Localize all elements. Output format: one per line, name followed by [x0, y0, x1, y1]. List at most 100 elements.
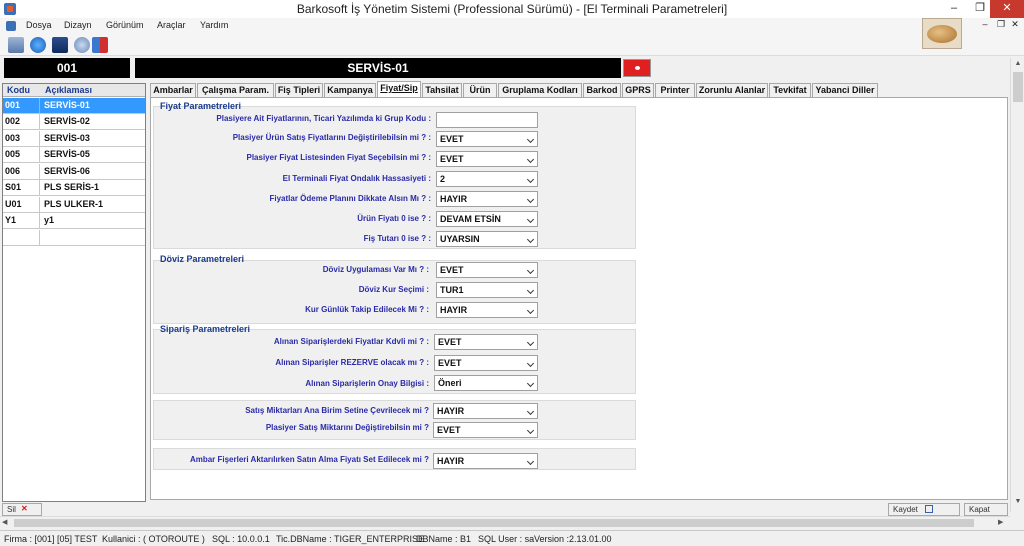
list-header: Kodu Açıklaması	[3, 84, 145, 97]
scroll-up-icon[interactable]: ▲	[1013, 60, 1023, 70]
list-row[interactable]: S01 PLS SERİS-1	[3, 180, 145, 196]
row-code: U01	[3, 197, 40, 212]
f6-label: Ürün Fiyatı 0 ise ? :	[357, 214, 431, 223]
title-bar: Barkosoft İş Yönetim Sistemi (Profession…	[0, 0, 1024, 18]
f1-label: Plasiyere Ait Fiyatlarının, Ticari Yazıl…	[216, 114, 431, 123]
m2-select[interactable]: EVET	[433, 422, 538, 438]
list-row[interactable]: Y1 y1	[3, 213, 145, 229]
row-desc: PLS ULKER-1	[44, 199, 104, 209]
list-row-empty[interactable]	[3, 230, 145, 246]
row-code: Y1	[3, 213, 40, 228]
list-row[interactable]: 001 SERVİS-01	[3, 98, 145, 114]
row-code: 003	[3, 131, 40, 146]
d2-label: Döviz Kur Seçimi :	[358, 285, 429, 294]
f7-label: Fiş Tutarı 0 ise ? :	[363, 234, 431, 243]
tab-gruplama-kodlari[interactable]: Gruplama Kodları	[498, 83, 582, 97]
d1-label: Döviz Uygulaması Var Mı ? :	[322, 265, 429, 274]
f3-label: Plasiyer Fiyat Listesinden Fiyat Seçebil…	[246, 153, 431, 162]
mdi-close-button[interactable]: ✕	[1008, 19, 1022, 30]
users-icon[interactable]	[8, 37, 24, 53]
menu-bar: Dosya Dizayn Görünüm Araçlar Yardım – ❐ …	[0, 18, 1024, 34]
minimize-button[interactable]: –	[940, 0, 968, 18]
d2-select[interactable]: TUR1	[436, 282, 538, 298]
vertical-scrollbar[interactable]: ▲ ▼	[1010, 58, 1024, 512]
s1-select[interactable]: EVET	[434, 334, 538, 350]
tab-barkod[interactable]: Barkod	[583, 83, 621, 97]
d1-select[interactable]: EVET	[436, 262, 538, 278]
f3-select[interactable]: EVET	[436, 151, 538, 167]
status-firma: Firma : [001] [05] TEST	[4, 534, 98, 544]
f4-select[interactable]: 2	[436, 171, 538, 187]
list-row[interactable]: 002 SERVİS-02	[3, 114, 145, 130]
menu-dizayn[interactable]: Dizayn	[64, 20, 92, 30]
tab-printer[interactable]: Printer	[655, 83, 695, 97]
search-button[interactable]	[623, 59, 651, 77]
row-code: S01	[3, 180, 40, 195]
tab-fiyat-sip[interactable]: Fiyat/Sip	[377, 81, 421, 97]
menu-yardim[interactable]: Yardım	[200, 20, 228, 30]
mdi-minimize-button[interactable]: –	[978, 19, 992, 29]
mdi-app-icon	[6, 21, 16, 31]
row-desc: PLS SERİS-1	[44, 182, 100, 192]
close-button[interactable]: ✕	[990, 0, 1024, 18]
exit-icon[interactable]	[92, 37, 108, 53]
a1-select[interactable]: HAYIR	[433, 453, 538, 469]
tab-zorunlu-alanlar[interactable]: Zorunlu Alanlar	[696, 83, 768, 97]
row-desc: SERVİS-01	[44, 100, 90, 110]
f6-select[interactable]: DEVAM ETSİN	[436, 211, 538, 227]
monitor-icon[interactable]	[52, 37, 68, 53]
f7-select[interactable]: UYARSIN	[436, 231, 538, 247]
scroll-right-icon[interactable]: ▶	[998, 518, 1003, 526]
delete-icon: ✕	[21, 504, 28, 513]
status-db: DBName : B1	[416, 534, 472, 544]
list-row[interactable]: 003 SERVİS-03	[3, 131, 145, 147]
horizontal-scrollbar[interactable]: ◀ ▶	[0, 516, 1010, 528]
tab-yabanci-diller[interactable]: Yabanci Diller	[812, 83, 878, 97]
status-sql-user: SQL User : sa	[478, 534, 535, 544]
menu-gorunum[interactable]: Görünüm	[106, 20, 144, 30]
selected-name: SERVİS-01	[135, 58, 621, 78]
save-button[interactable]: Kaydet	[888, 503, 960, 516]
close-form-label: Kapat	[969, 505, 990, 514]
tab-ambarlar[interactable]: Ambarlar	[150, 83, 196, 97]
tab-calisma-param[interactable]: Çalışma Param.	[197, 83, 274, 97]
status-version: Version :2.13.01.00	[534, 534, 612, 544]
tab-gprs[interactable]: GPRS	[622, 83, 654, 97]
delete-button[interactable]: Sil ✕	[2, 503, 42, 516]
scroll-down-icon[interactable]: ▼	[1013, 498, 1023, 508]
network-icon[interactable]	[74, 37, 90, 53]
scroll-left-icon[interactable]: ◀	[2, 518, 7, 526]
list-row[interactable]: U01 PLS ULKER-1	[3, 197, 145, 213]
tab-tahsilat[interactable]: Tahsilat	[422, 83, 462, 97]
col-code-header[interactable]: Kodu	[7, 85, 30, 95]
list-row[interactable]: 005 SERVİS-05	[3, 147, 145, 163]
menu-dosya[interactable]: Dosya	[26, 20, 52, 30]
d3-select[interactable]: HAYIR	[436, 302, 538, 318]
doviz-group-title: Döviz Parametreleri	[160, 254, 245, 264]
tab-kampanya[interactable]: Kampanya	[324, 83, 376, 97]
mdi-restore-button[interactable]: ❐	[994, 19, 1008, 30]
tab-fis-tipleri[interactable]: Fiş Tipleri	[275, 83, 323, 97]
menu-araclar[interactable]: Araçlar	[157, 20, 186, 30]
f2-label: Plasiyer Ürün Satış Fiyatlarını Değiştir…	[232, 133, 431, 142]
s1-label: Alınan Siparişlerdeki Fiyatlar Kdvli mi …	[273, 337, 429, 346]
s3-select[interactable]: Öneri	[434, 375, 538, 391]
list-row[interactable]: 006 SERVİS-06	[3, 164, 145, 180]
save-icon	[925, 505, 933, 513]
f2-select[interactable]: EVET	[436, 131, 538, 147]
tab-urun[interactable]: Ürün	[463, 83, 497, 97]
terminal-list: Kodu Açıklaması 001 SERVİS-01 002 SERVİS-0…	[2, 83, 146, 502]
m1-select[interactable]: HAYIR	[433, 403, 538, 419]
globe-icon[interactable]	[30, 37, 46, 53]
s2-select[interactable]: EVET	[434, 355, 538, 371]
scroll-thumb[interactable]	[1013, 72, 1023, 102]
siparis-group-title: Sipariş Parametreleri	[160, 324, 251, 334]
grup-kodu-input[interactable]	[436, 112, 538, 128]
hscroll-thumb[interactable]	[14, 519, 974, 527]
row-desc: SERVİS-02	[44, 116, 90, 126]
col-desc-header[interactable]: Açıklaması	[45, 85, 92, 95]
row-desc	[41, 230, 145, 245]
close-form-button[interactable]: Kapat	[964, 503, 1008, 516]
f5-select[interactable]: HAYIR	[436, 191, 538, 207]
tab-tevkifat[interactable]: Tevkifat	[769, 83, 811, 97]
